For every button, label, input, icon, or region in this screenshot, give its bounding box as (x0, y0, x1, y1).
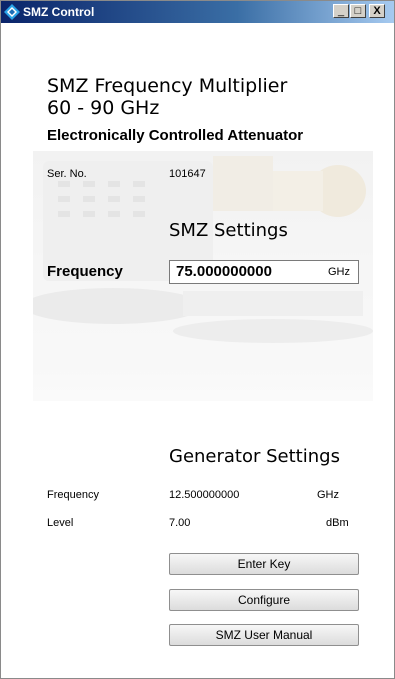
product-title: SMZ Frequency Multiplier 60 - 90 GHz (47, 75, 287, 119)
smz-control-window: SMZ Control _ □ X SMZ Frequency Multipli… (0, 0, 395, 679)
smz-frequency-label: Frequency (47, 263, 123, 280)
minimize-button[interactable]: _ (333, 4, 349, 18)
serial-number-value: 101647 (169, 168, 206, 180)
serial-number-label: Ser. No. (47, 168, 87, 180)
product-subtitle: Electronically Controlled Attenuator (47, 127, 304, 144)
enter-key-button[interactable]: Enter Key (169, 553, 359, 575)
close-button[interactable]: X (369, 4, 385, 18)
maximize-button[interactable]: □ (350, 4, 366, 18)
smz-frequency-input[interactable]: 75.000000000 GHz (169, 260, 359, 284)
generator-level-value: 7.00 (169, 517, 191, 529)
generator-frequency-value: 12.500000000 (169, 489, 240, 501)
app-icon (4, 4, 20, 20)
product-title-line2: 60 - 90 GHz (47, 97, 160, 119)
configure-button[interactable]: Configure (169, 589, 359, 611)
smz-settings-title: SMZ Settings (169, 220, 288, 241)
product-title-line1: SMZ Frequency Multiplier (47, 75, 288, 97)
generator-level-unit: dBm (326, 517, 349, 529)
title-bar[interactable]: SMZ Control _ □ X (1, 1, 394, 23)
user-manual-button[interactable]: SMZ User Manual (169, 624, 359, 646)
window-title: SMZ Control (23, 5, 95, 19)
generator-level-label: Level (47, 517, 74, 529)
generator-frequency-unit: GHz (317, 489, 339, 501)
smz-frequency-unit: GHz (328, 266, 350, 278)
smz-frequency-value: 75.000000000 (176, 263, 272, 280)
generator-frequency-label: Frequency (47, 489, 99, 501)
generator-settings-title: Generator Settings (169, 446, 340, 467)
